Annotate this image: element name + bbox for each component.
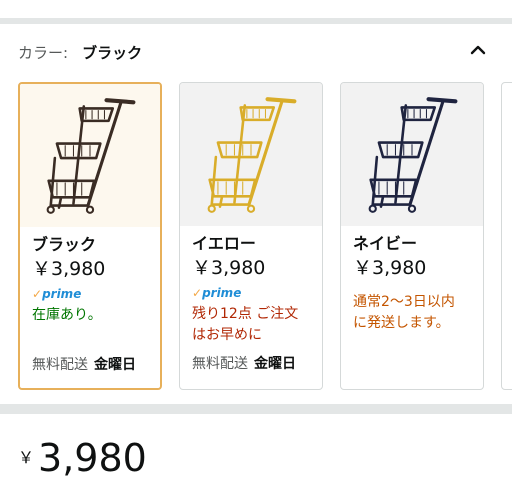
delivery-day: 金曜日 (254, 356, 296, 372)
shipping-estimate: 通常2～3日以内 に発送します。 (353, 292, 477, 334)
delivery-info: 無料配送 金曜日 (192, 353, 296, 373)
currency-symbol: ￥ (18, 448, 35, 467)
shipping-estimate-line: に発送します。 (353, 315, 450, 331)
color-options-carousel[interactable]: ブラック ￥3,980 ✓ prime 在庫あり。 無料配送 金曜日 イエロー … (0, 82, 512, 392)
prime-badge: ✓ prime (32, 287, 154, 301)
option-name: ブラック (32, 235, 97, 254)
color-selector-header[interactable]: カラー: ブラック (18, 40, 142, 64)
cart-image (368, 96, 458, 213)
cart-image (207, 96, 297, 213)
color-option-card-navy[interactable]: ネイビー ￥3,980 通常2～3日以内 に発送します。 (340, 82, 484, 390)
prime-check-icon: ✓ (192, 286, 203, 300)
delivery-info: 無料配送 金曜日 (32, 354, 136, 374)
option-price: ￥3,980 (192, 257, 266, 279)
price-amount: 3,980 (38, 436, 147, 480)
option-price: ￥3,980 (32, 258, 106, 280)
prime-badge: ✓ prime (192, 286, 316, 300)
prime-logo-text: prime (42, 287, 82, 301)
price-display: ￥ 3,980 (18, 436, 147, 480)
stock-status: 在庫あり。 (32, 307, 102, 323)
color-option-card-yellow[interactable]: イエロー ￥3,980 ✓ prime 残り12点 ご注文 はお早めに 無料配送… (179, 82, 323, 390)
prime-check-icon: ✓ (32, 287, 43, 301)
color-label: カラー: (18, 43, 69, 62)
shipping-estimate-line: 通常2～3日以内 (353, 294, 455, 310)
product-image-black (20, 84, 160, 227)
stock-status-line: はお早めに (192, 327, 262, 343)
option-price: ￥3,980 (353, 257, 427, 279)
cart-image (46, 97, 136, 214)
color-option-card-partial[interactable] (501, 82, 512, 390)
stock-status: 残り12点 ご注文 はお早めに (192, 304, 316, 346)
prime-logo-text: prime (202, 286, 242, 300)
option-name: ネイビー (353, 234, 418, 253)
top-divider (0, 0, 512, 24)
color-option-card-black[interactable]: ブラック ￥3,980 ✓ prime 在庫あり。 無料配送 金曜日 (18, 82, 162, 390)
option-name: イエロー (192, 234, 256, 253)
section-divider (0, 404, 512, 414)
delivery-day: 金曜日 (94, 357, 136, 373)
product-image-yellow (180, 83, 322, 226)
stock-status-line: 残り12点 ご注文 (192, 306, 299, 322)
chevron-up-icon[interactable] (466, 38, 490, 62)
selected-color-value: ブラック (82, 43, 143, 62)
product-image-navy (341, 83, 483, 226)
delivery-label: 無料配送 (192, 356, 248, 372)
delivery-label: 無料配送 (32, 357, 88, 373)
